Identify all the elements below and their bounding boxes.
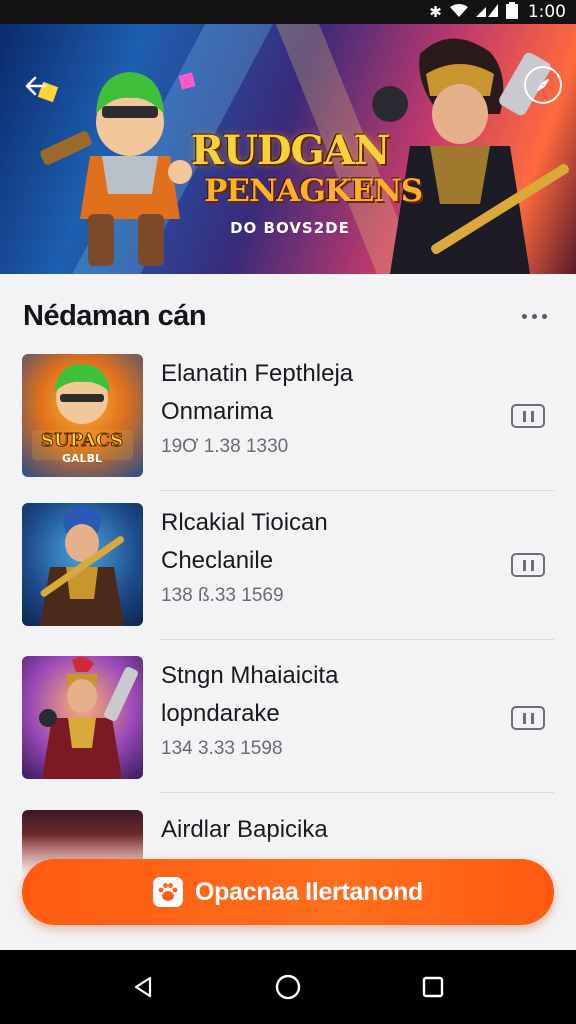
- status-bar: ✱ 1:00: [0, 0, 576, 24]
- hero-warrior-left-illustration: [37, 72, 196, 266]
- game-subtitle: lopndarake: [161, 700, 280, 727]
- game-meta: 19Ơ 1.38 1330: [161, 436, 289, 457]
- more-options-button[interactable]: [514, 304, 554, 328]
- back-button[interactable]: [18, 68, 54, 104]
- pause-icon: [522, 559, 526, 571]
- signal-icon: [475, 3, 498, 21]
- pause-icon: [530, 410, 534, 422]
- game-subtitle: Onmarima: [161, 398, 274, 425]
- logo-subtitle: DO BOVS2DE: [230, 219, 350, 237]
- nav-recents-button[interactable]: [408, 962, 458, 1012]
- pause-icon: [522, 712, 526, 724]
- list-item[interactable]: SUPACS GALBL Elanatin Fepthleja Onmarima…: [22, 354, 554, 506]
- game-title: Stngn Mhaiaicita: [161, 662, 339, 689]
- home-circle-icon: [275, 974, 301, 1000]
- game-thumbnail[interactable]: [22, 656, 143, 779]
- thumb-caption-secondary: GALBL: [62, 452, 102, 465]
- compass-icon: [537, 79, 549, 91]
- paw-icon: [153, 877, 183, 907]
- primary-action-label: Opacnaa Ilertanond: [195, 877, 423, 906]
- game-thumbnail-art: SUPACS GALBL: [32, 364, 133, 465]
- nav-home-button[interactable]: [263, 962, 313, 1012]
- more-dots-icon: [521, 313, 527, 319]
- system-nav-bar: [0, 950, 576, 1024]
- pause-button[interactable]: [511, 706, 545, 730]
- thumb-caption: SUPACS: [41, 430, 123, 451]
- list-item[interactable]: Rlcakial Tioican Checlanile 138 ß.33 156…: [22, 503, 554, 655]
- primary-action-button[interactable]: Opacnaa Ilertanond: [22, 859, 554, 925]
- game-thumbnail[interactable]: SUPACS GALBL: [22, 354, 143, 477]
- battery-icon: [505, 2, 518, 22]
- bluetooth-icon: ✱: [429, 3, 442, 21]
- nav-back-button[interactable]: [118, 962, 168, 1012]
- list-item[interactable]: Stngn Mhaiaicita lopndarake 134 3.33 159…: [22, 656, 554, 808]
- pause-icon: [530, 712, 534, 724]
- game-meta: 134 3.33 1598: [161, 738, 283, 759]
- compass-button[interactable]: [524, 66, 562, 104]
- back-triangle-icon: [134, 976, 151, 998]
- pause-button[interactable]: [511, 553, 545, 577]
- divider: [161, 792, 554, 793]
- divider: [161, 639, 554, 640]
- more-dots-icon: [541, 313, 547, 319]
- game-title: Elanatin Fepthleja: [161, 360, 354, 387]
- section-title: Nédaman cán: [23, 300, 207, 332]
- game-thumbnail[interactable]: [22, 503, 143, 626]
- game-title: Rlcakial Tioican: [161, 509, 328, 536]
- game-meta: 138 ß.33 1569: [161, 585, 284, 606]
- clock-text: 1:00: [527, 2, 566, 22]
- game-subtitle: Checlanile: [161, 547, 274, 574]
- more-dots-icon: [531, 313, 537, 319]
- main-content: Nédaman cán SUPACS GALBL Elanatin Fepthl…: [0, 274, 576, 950]
- logo-title-line2: PENAGKENS: [204, 173, 423, 209]
- divider: [161, 490, 554, 491]
- wifi-icon: [449, 3, 468, 21]
- recents-square-icon: [423, 976, 444, 998]
- game-thumbnail-art: [40, 505, 125, 626]
- pause-button[interactable]: [511, 404, 545, 428]
- logo-title-line1: RUDGAN: [190, 127, 391, 174]
- game-thumbnail-art: [39, 656, 138, 779]
- pause-icon: [530, 559, 534, 571]
- arrow-left-icon: [25, 76, 47, 96]
- game-logo: RUDGAN PENAGKENS DO BOVS2DE: [190, 127, 423, 238]
- pause-icon: [522, 410, 526, 422]
- hero-banner[interactable]: RUDGAN PENAGKENS DO BOVS2DE: [0, 24, 576, 274]
